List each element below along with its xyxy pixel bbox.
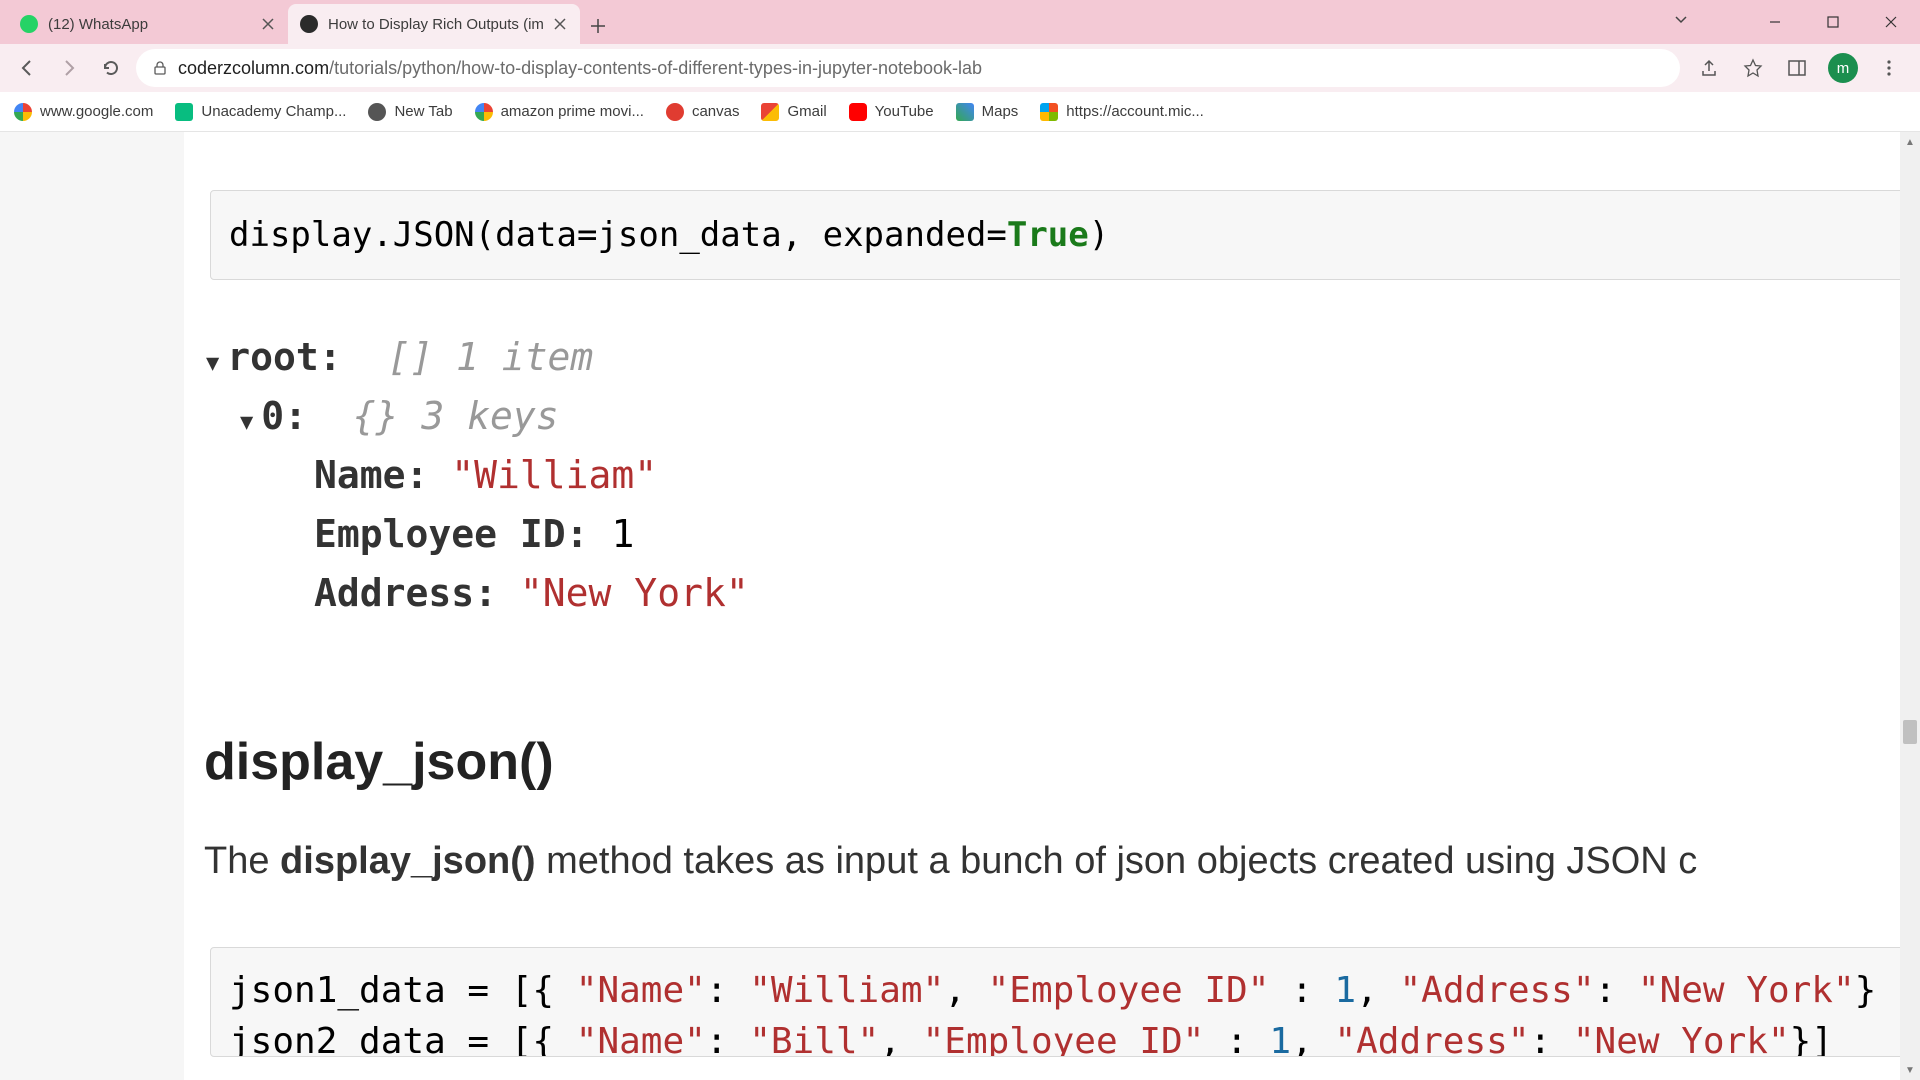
close-icon[interactable] [552,16,568,32]
bookmark-canvas[interactable]: canvas [666,103,740,121]
tabs-dropdown-icon[interactable] [1674,12,1688,26]
json-value: 1 [611,505,634,564]
maps-icon [956,103,974,121]
code-block-1: display.JSON(data=json_data, expanded=Tr… [210,190,1920,280]
google-icon [475,103,493,121]
toolbar-right: m [1688,53,1910,83]
share-icon[interactable] [1696,55,1722,81]
bookmark-star-icon[interactable] [1740,55,1766,81]
reload-button[interactable] [94,51,128,85]
code-block-2: json1_data = [{ "Name": "William", "Empl… [210,947,1920,1057]
tab-title: (12) WhatsApp [48,16,252,33]
bookmark-youtube[interactable]: YouTube [849,103,934,121]
json-key: root: [227,328,341,387]
close-window-button[interactable] [1862,2,1920,42]
left-margin [0,132,184,1080]
site-icon [300,15,318,33]
menu-icon[interactable] [1876,55,1902,81]
tab-active[interactable]: How to Display Rich Outputs (im [288,4,580,44]
json-key: Address: [314,564,497,623]
google-icon [14,103,32,121]
bookmark-label: amazon prime movi... [501,103,644,120]
scroll-down-icon[interactable]: ▼ [1900,1060,1920,1080]
json-key: Employee ID: [314,505,589,564]
bookmark-maps[interactable]: Maps [956,103,1019,121]
viewport: display.JSON(data=json_data, expanded=Tr… [0,132,1920,1080]
microsoft-icon [1040,103,1058,121]
tab-whatsapp[interactable]: (12) WhatsApp [8,4,288,44]
maximize-button[interactable] [1804,2,1862,42]
toolbar: coderzcolumn.com/tutorials/python/how-to… [0,44,1920,92]
bookmark-gmail[interactable]: Gmail [761,103,826,121]
json-value: "William" [451,446,657,505]
page-content: display.JSON(data=json_data, expanded=Tr… [184,132,1920,1080]
json-value: "New York" [520,564,749,623]
code-line: json2_data = [{ "Name": "Bill", "Employe… [229,1017,1901,1058]
profile-avatar[interactable]: m [1828,53,1858,83]
text: The [204,840,280,882]
lock-icon [152,60,168,76]
gmail-icon [761,103,779,121]
new-tab-button[interactable] [580,8,616,44]
forward-button[interactable] [52,51,86,85]
bookmark-label: https://account.mic... [1066,103,1204,120]
bookmark-label: New Tab [394,103,452,120]
json-key: 0: [261,387,307,446]
canvas-icon [666,103,684,121]
tab-title: How to Display Rich Outputs (im [328,16,544,33]
bookmark-label: www.google.com [40,103,153,120]
tab-strip: (12) WhatsApp How to Display Rich Output… [0,0,616,44]
code-line: json1_data = [{ "Name": "William", "Empl… [229,966,1901,1016]
bookmark-label: Gmail [787,103,826,120]
code-text: ) [1089,215,1109,255]
bookmark-label: Maps [982,103,1019,120]
browser-titlebar: (12) WhatsApp How to Display Rich Output… [0,0,1920,44]
sidepanel-icon[interactable] [1784,55,1810,81]
globe-icon [368,103,386,121]
vertical-scrollbar[interactable]: ▲ ▼ [1900,132,1920,1080]
close-icon[interactable] [260,16,276,32]
minimize-button[interactable] [1746,2,1804,42]
paragraph: The display_json() method takes as input… [204,840,1920,883]
address-bar[interactable]: coderzcolumn.com/tutorials/python/how-to… [136,49,1680,87]
bookmark-microsoft[interactable]: https://account.mic... [1040,103,1204,121]
bookmark-label: Unacademy Champ... [201,103,346,120]
json-key: Name: [314,446,428,505]
back-button[interactable] [10,51,44,85]
collapse-arrow-icon[interactable]: ▼ [206,347,219,381]
code-text: display.JSON(data=json_data, expanded= [229,215,1007,255]
window-controls [1746,0,1920,44]
collapse-arrow-icon[interactable]: ▼ [240,406,253,440]
bookmark-label: YouTube [875,103,934,120]
bookmarks-bar: www.google.com Unacademy Champ... New Ta… [0,92,1920,132]
bookmark-newtab[interactable]: New Tab [368,103,452,121]
bookmark-unacademy[interactable]: Unacademy Champ... [175,103,346,121]
text-bold: display_json() [280,840,536,882]
scrollbar-thumb[interactable] [1903,720,1917,744]
scroll-up-icon[interactable]: ▲ [1900,132,1920,152]
bookmark-amazon[interactable]: amazon prime movi... [475,103,644,121]
bookmark-google[interactable]: www.google.com [14,103,153,121]
unacademy-icon [175,103,193,121]
json-meta: [] 1 item [387,328,593,387]
bookmark-label: canvas [692,103,740,120]
json-tree-output: ▼ root: [] 1 item ▼ 0: {} 3 keys Name: "… [206,328,1920,622]
text: method takes as input a bunch of json ob… [536,840,1698,882]
youtube-icon [849,103,867,121]
section-heading: display_json() [204,732,1920,792]
whatsapp-icon [20,15,38,33]
json-meta: {} 3 keys [353,387,559,446]
url-text: coderzcolumn.com/tutorials/python/how-to… [178,58,1664,79]
code-keyword: True [1007,215,1089,255]
